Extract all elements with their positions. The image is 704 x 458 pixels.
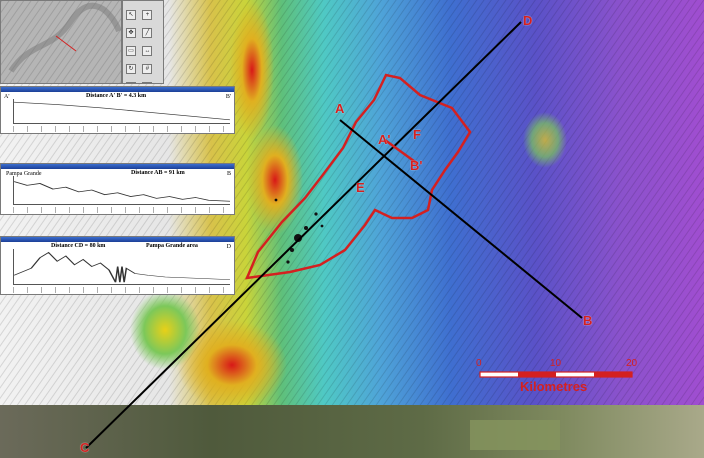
rotate-icon[interactable]: ↻ [126,64,136,74]
map-viewer: A B C D A' B' E F 0 10 20 Kilometres ↖ +… [0,0,704,458]
scale-unit-label: Kilometres [520,379,588,394]
point-label-a: A [335,101,345,116]
settlement-dot [314,212,318,216]
point-label-b: B [583,313,593,328]
point-label-a-prime: A' [378,132,391,147]
profile-window-ab[interactable]: Pampa Grande Distance AB = 91 km B [0,163,235,215]
settlement-dot [304,226,308,230]
overview-map-window[interactable] [0,0,122,84]
pointer-icon[interactable]: ↖ [126,10,136,20]
point-label-f: F [413,127,421,142]
elevation-profile-line [13,251,231,283]
plateau-east-yellow [523,112,567,168]
profile-window-a-prime-b-prime[interactable]: A' Distance A' B' = 4.3 km B' [0,86,235,134]
window-titlebar[interactable] [1,87,234,92]
profile-plot [13,99,231,124]
profile-plot [13,249,231,285]
scale-bar [479,371,633,378]
satellite-strip [0,405,704,458]
point-label-d: D [523,13,533,28]
elevation-profile-line [13,101,231,121]
point-label-c: C [80,440,90,455]
settlement-dot [320,224,324,228]
profile-window-cd[interactable]: Distance CD = 80 km Pampa Grande area D [0,236,235,295]
settlement-dot [286,260,290,264]
profile-x-ticks [13,126,230,132]
overview-map [1,1,121,83]
scale-tick-20: 20 [626,358,638,369]
profile-x-ticks [13,287,230,293]
profile-x-ticks [13,207,230,213]
select-icon[interactable]: ▭ [126,46,136,56]
profile-plot [13,176,231,205]
point-label-b-prime: B' [410,158,423,173]
settlement-dot [274,198,278,202]
ridge-west-yellow [130,290,200,370]
window-titlebar[interactable] [1,237,234,242]
elevation-profile-line [13,181,231,202]
zoom-icon[interactable]: + [142,10,153,20]
scale-tick-10: 10 [550,358,562,369]
layers-icon[interactable]: ≡ [126,82,136,83]
window-titlebar[interactable] [1,164,234,169]
point-label-e: E [356,180,365,195]
ridge-north-high [230,0,274,140]
pan-icon[interactable]: ✥ [126,28,136,38]
measure-icon[interactable]: ↔ [142,46,153,56]
tool-palette: ↖ + ✥ ╱ ▭ ↔ ↻ # ≡ T ▲ ⚙ ■ ▤ [122,0,164,84]
farmland-patch [470,420,560,450]
grid-icon[interactable]: # [142,64,153,74]
text-icon[interactable]: T [142,82,153,83]
ridge-central-high [247,125,303,235]
scale-tick-0: 0 [476,358,482,369]
draw-line-icon[interactable]: ╱ [142,28,153,38]
profile-left-label: A' [4,94,10,100]
